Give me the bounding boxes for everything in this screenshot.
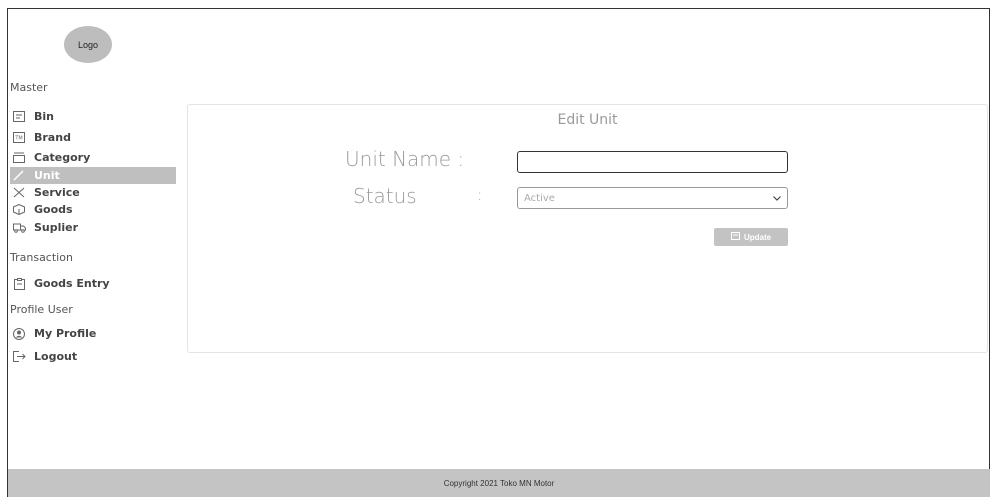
sidebar-item-label: Bin: [34, 110, 54, 123]
sidebar-item-label: Brand: [34, 131, 71, 144]
clipboard-icon: [10, 277, 28, 290]
section-title-profile-user: Profile User: [10, 303, 73, 316]
pencil-icon: [10, 170, 28, 181]
sidebar-item-category[interactable]: Category: [10, 149, 176, 166]
category-icon: [10, 152, 28, 163]
sidebar-item-unit[interactable]: Unit: [10, 167, 176, 184]
sidebar-item-my-profile[interactable]: My Profile: [10, 325, 176, 342]
edit-unit-card: Edit Unit Unit Name : Status : Active Up…: [187, 104, 988, 353]
user-circle-icon: [10, 327, 28, 340]
section-title-transaction: Transaction: [10, 251, 73, 264]
copyright-text: Copyright 2021 Toko MN Motor: [443, 478, 555, 488]
list-icon: [10, 111, 28, 122]
section-title-master: Master: [10, 81, 48, 94]
logout-icon: [10, 351, 28, 362]
sidebar-item-label: Service: [34, 186, 80, 199]
sidebar-item-brand[interactable]: TM Brand: [10, 129, 176, 146]
sidebar-item-label: Goods Entry: [34, 277, 110, 290]
chevron-down-icon: [773, 193, 781, 204]
footer: Copyright 2021 Toko MN Motor: [8, 469, 990, 497]
update-button[interactable]: Update: [714, 228, 788, 246]
sidebar-item-label: My Profile: [34, 327, 97, 340]
trademark-icon: TM: [10, 132, 28, 143]
page-title: Edit Unit: [557, 112, 618, 128]
sidebar-item-label: Logout: [34, 350, 78, 363]
sidebar-item-label: Unit: [34, 169, 60, 182]
status-select[interactable]: Active: [517, 187, 788, 209]
status-selected-value: Active: [524, 192, 555, 204]
status-colon: :: [477, 185, 483, 204]
sidebar-item-suplier[interactable]: Suplier: [10, 219, 176, 236]
box-icon: [10, 204, 28, 215]
logo: Logo: [64, 26, 112, 63]
sidebar-item-goods-entry[interactable]: Goods Entry: [10, 275, 176, 292]
sidebar-item-label: Goods: [34, 203, 73, 216]
sidebar-item-logout[interactable]: Logout: [10, 348, 176, 365]
update-button-label: Update: [743, 232, 772, 242]
status-label: Status: [353, 184, 417, 208]
truck-icon: [10, 222, 28, 233]
sidebar-item-service[interactable]: Service: [10, 184, 176, 201]
sidebar-item-bin[interactable]: Bin: [10, 108, 176, 125]
save-icon: [730, 232, 740, 242]
sidebar-item-goods[interactable]: Goods: [10, 201, 176, 218]
svg-text:TM: TM: [14, 136, 22, 142]
sidebar-item-label: Category: [34, 151, 91, 164]
sidebar-item-label: Suplier: [34, 221, 79, 234]
tools-icon: [10, 187, 28, 198]
unit-name-label: Unit Name :: [345, 147, 465, 171]
unit-name-input[interactable]: [517, 151, 788, 173]
